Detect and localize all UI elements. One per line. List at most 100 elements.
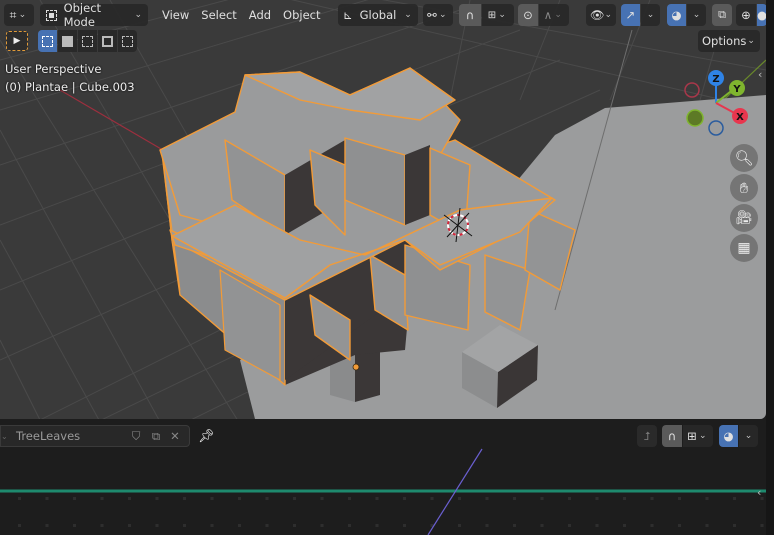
object-data-icon: ⌗ [9, 7, 17, 22]
grid-dot [183, 524, 186, 527]
view-name: User Perspective [5, 62, 102, 76]
grid-dot [45, 524, 49, 527]
grid-dot [265, 497, 269, 500]
normalize-icon: ⮥ [643, 428, 651, 443]
sidebar-toggle-icon[interactable]: ‹ [757, 486, 761, 499]
menu-add[interactable]: Add [243, 4, 277, 26]
grid-dot [210, 497, 214, 500]
grid-dot [430, 497, 434, 500]
falloff-curve-icon: ∧ [543, 8, 553, 22]
curve-area[interactable]: /* dots drawn below */ ‹ [0, 447, 766, 535]
selection-mode-group [38, 30, 137, 52]
copy-icon[interactable]: ⧉ [146, 429, 166, 444]
action-selector[interactable]: ⌄ TreeLeaves ⛉ ⧉ ✕ [0, 425, 190, 447]
editor-type-button[interactable]: ⌗ ⌄ [4, 4, 34, 26]
overlay-icon[interactable]: ◕ [719, 425, 738, 447]
mode-dropdown[interactable]: Object Mode ⌄ [40, 1, 148, 29]
grid-dot [760, 524, 764, 527]
grid-dot [293, 524, 296, 527]
grid-dot [155, 497, 159, 500]
grid-dot [595, 497, 599, 500]
grid-dot [375, 524, 379, 527]
grid-dot [375, 497, 379, 500]
grid-dot [485, 524, 489, 527]
timeline-overlay-dropdown[interactable]: ⌄ [739, 425, 758, 447]
timeline-overlay-group: ◕ ⌄ [719, 425, 758, 447]
grid-dot [678, 524, 681, 527]
select-extend-icon[interactable] [58, 30, 77, 52]
grid-dot [320, 497, 324, 500]
grid-dot [348, 497, 351, 500]
normalize-button[interactable]: ⮥ [637, 425, 657, 447]
transform-orientation-dropdown[interactable]: ⊾ Global ⌄ [338, 4, 418, 26]
grid-dot [403, 497, 406, 500]
3d-viewport[interactable]: ⌗ ⌄ Object Mode ⌄ View Select Add Object … [0, 0, 766, 419]
menu-select[interactable]: Select [195, 4, 242, 26]
options-dropdown[interactable]: Options ⌄ [698, 30, 760, 52]
object-mode-icon [46, 9, 57, 21]
shield-icon[interactable]: ⛉ [126, 429, 146, 444]
grid-dot [183, 497, 186, 500]
magnet-icon[interactable]: ∩ [662, 425, 682, 447]
falloff-dropdown[interactable]: ∧ ⌄ [539, 4, 569, 26]
gizmo-icon[interactable]: ↗ [621, 4, 640, 26]
sidebar-toggle-icon[interactable]: ‹ [758, 68, 762, 81]
neg-x-handle [684, 82, 700, 98]
grid-dot [128, 524, 131, 527]
select-subtract-icon[interactable] [78, 30, 97, 52]
grid-dot [650, 497, 654, 500]
snap-dropdown[interactable]: ⊞ ⌄ [683, 425, 713, 447]
timeline-snap-group: ∩ ⊞ ⌄ [662, 425, 713, 447]
pan-button[interactable]: ✋︎ [730, 174, 758, 202]
grid-dot [18, 524, 21, 527]
neg-y-handle [686, 109, 704, 127]
close-icon[interactable]: ✕ [166, 429, 184, 443]
action-editor[interactable]: ⌄ TreeLeaves ⛉ ⧉ ✕ 📌︎ ⮥ ∩ ⊞⌄ ◕ ⌄ /* dots… [0, 423, 766, 535]
pivot-point-dropdown[interactable]: ⚯ ⌄ [423, 4, 453, 26]
xray-icon: ⧉ [718, 8, 726, 21]
area-divider[interactable] [766, 0, 774, 535]
overlay-dropdown[interactable]: ⌄ [687, 4, 706, 26]
magnet-icon[interactable]: ∩ [459, 4, 481, 26]
grid-dot [733, 497, 736, 500]
grid-dot [18, 497, 21, 500]
solid-shading-button[interactable]: ● [757, 4, 766, 26]
proportional-group: ⊙ ∧ ⌄ [518, 4, 569, 26]
zoom-button[interactable]: 🔍︎ [730, 144, 758, 172]
snap-increment-dropdown[interactable]: ⊞ ⌄ [482, 4, 514, 26]
select-new-icon[interactable] [38, 30, 57, 52]
navigation-gizmo[interactable]: Z Y X [680, 66, 760, 138]
select-tool-button[interactable]: ▶ [6, 31, 28, 51]
orientation-icon: ⊾ [343, 8, 353, 22]
select-intersect-icon[interactable] [118, 30, 137, 52]
grid-dots: /* dots drawn below */ [18, 497, 764, 527]
grid-dot [100, 497, 104, 500]
grid-dot [458, 497, 461, 500]
grid-dot [678, 497, 681, 500]
grid-dot [348, 524, 351, 527]
options-label: Options [702, 34, 747, 48]
grid-dot [210, 524, 214, 527]
ortho-toggle-button[interactable]: ▦ [730, 234, 758, 262]
xray-toggle[interactable]: ⧉ [712, 4, 732, 26]
grid-dot [513, 497, 516, 500]
action-name-field[interactable]: TreeLeaves [11, 429, 126, 443]
menu-object[interactable]: Object [277, 4, 326, 26]
grid-dot [568, 524, 571, 527]
select-invert-icon[interactable] [98, 30, 117, 52]
orientation-label: Global [359, 8, 397, 22]
menu-view[interactable]: View [156, 4, 195, 26]
viewport-scene[interactable] [0, 0, 766, 419]
proportional-edit-icon[interactable]: ⊙ [518, 4, 538, 26]
pin-icon[interactable]: 📌︎ [198, 429, 215, 444]
ortho-grid-icon: ▦ [737, 240, 751, 256]
camera-view-button[interactable]: 🎥︎ [730, 204, 758, 232]
wireframe-sphere-icon[interactable]: ⊕ [736, 4, 756, 26]
grid-dot [238, 524, 241, 527]
overlay-icon[interactable]: ◕ [667, 4, 686, 26]
gizmo-dropdown[interactable]: ⌄ [641, 4, 660, 26]
visibility-dropdown[interactable]: 👁 ⌄ [586, 4, 616, 26]
grid-dot [238, 497, 241, 500]
overlay-group: ◕ ⌄ [667, 4, 706, 26]
grid-dot [595, 524, 599, 527]
